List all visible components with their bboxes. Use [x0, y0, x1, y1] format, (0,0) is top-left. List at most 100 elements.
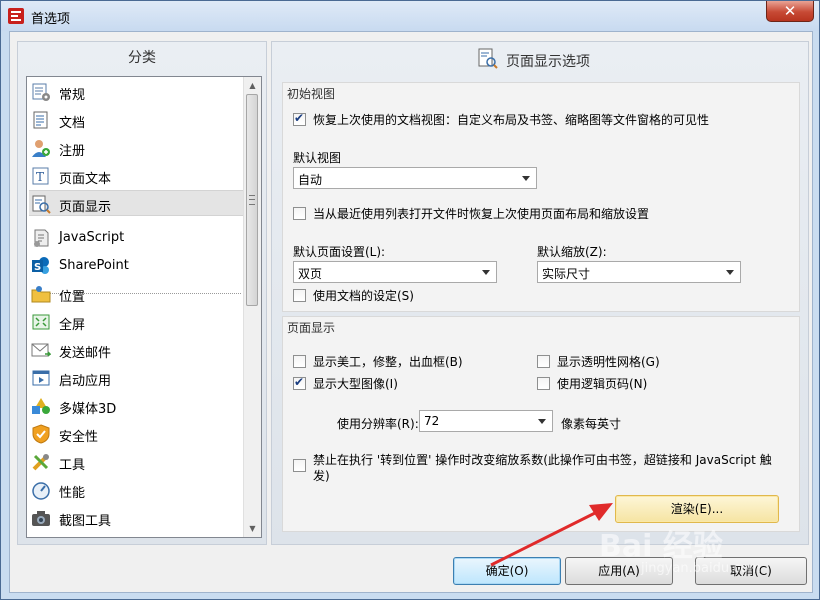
page-display-icon [478, 48, 498, 69]
select-value: 实际尺寸 [542, 267, 591, 281]
show-art-label: 显示美工，修整，出血框(B) [313, 355, 463, 369]
show-grid-label: 显示透明性网格(G) [557, 355, 660, 369]
default-view-label: 默认视图 [293, 151, 342, 165]
disable-zoom-label: 禁止在执行 '转到位置' 操作时改变缩放系数(此操作可由书签，超链接和 Java… [313, 453, 772, 467]
sidebar-item-document[interactable]: 文档 [29, 107, 245, 133]
resolution-unit: 像素每英寸 [561, 417, 622, 431]
general-settings-icon [32, 83, 50, 101]
default-view-select[interactable]: 自动 [293, 167, 537, 189]
sidebar-item-launch-app[interactable]: 启动应用 [29, 365, 245, 391]
sidebar-item-screenshot[interactable]: 截图工具 [29, 505, 245, 531]
select-value: 72 [424, 414, 440, 428]
camera-icon [32, 511, 50, 526]
sidebar-item-label: JavaScript [59, 230, 125, 245]
logical-page-label: 使用逻辑页码(N) [557, 377, 648, 391]
show-grid-checkbox[interactable] [537, 355, 550, 368]
document-icon [33, 111, 48, 129]
restore-view-label: 恢复上次使用的文档视图：自定义布局及书签、缩略图等文件窗格的可见性 [313, 113, 710, 127]
group-title: 页面显示 [287, 321, 336, 335]
page-display-icon [32, 195, 51, 214]
sidebar-item-multimedia-3d[interactable]: 多媒体3D [29, 393, 245, 419]
logical-page-checkbox[interactable] [537, 377, 550, 390]
category-scrollbar[interactable]: ▲ ▼ [243, 77, 261, 537]
sidebar-item-label: 全屏 [59, 318, 86, 333]
title-bar[interactable]: 首选项 ✕ [1, 1, 819, 31]
options-title: 页面显示选项 [506, 54, 590, 70]
group-title: 初始视图 [287, 87, 336, 101]
sidebar-item-label: 工具 [59, 458, 86, 473]
watermark-logo: Bai 经验 [599, 529, 723, 564]
chevron-down-icon [522, 176, 530, 181]
select-value: 双页 [298, 267, 323, 281]
resolution-select[interactable]: 72 [419, 410, 553, 432]
text-icon: T [32, 167, 49, 185]
sidebar-item-label: 常规 [59, 88, 86, 103]
sidebar-item-javascript[interactable]: JavaScript [29, 225, 245, 251]
category-header: 分类 [128, 50, 156, 66]
sidebar-item-label: 安全性 [59, 430, 99, 445]
multimedia-3d-icon [32, 398, 50, 414]
svg-text:T: T [36, 170, 44, 184]
sidebar-item-page-text[interactable]: T 页面文本 [29, 163, 245, 189]
sidebar-item-label: 性能 [59, 486, 86, 501]
window-title: 首选项 [31, 12, 71, 27]
sidebar-item-register[interactable]: 注册 [29, 135, 245, 161]
chevron-down-icon [538, 419, 546, 424]
sidebar-item-label: 发送邮件 [59, 346, 112, 361]
render-button[interactable]: 渲染(E)... [615, 495, 779, 523]
options-panel: 页面显示选项 初始视图 恢复上次使用的文档视图：自定义布局及书签、缩略图等文件窗… [271, 41, 809, 545]
chevron-down-icon [726, 270, 734, 275]
performance-gauge-icon [32, 482, 50, 500]
default-page-select[interactable]: 双页 [293, 261, 497, 283]
disable-zoom-label-continued: 发) [313, 469, 330, 483]
restore-recent-checkbox[interactable] [293, 207, 306, 220]
show-art-checkbox[interactable] [293, 355, 306, 368]
initial-view-group: 初始视图 恢复上次使用的文档视图：自定义布局及书签、缩略图等文件窗格的可见性 默… [282, 82, 800, 312]
launch-app-icon [32, 370, 50, 386]
preferences-window: 首选项 ✕ 分类 常规 文档 注册 T 页面文本 页面显示 JavaScript… [0, 0, 820, 600]
sharepoint-icon: S [32, 257, 49, 274]
sidebar-item-location[interactable]: 位置 [29, 281, 245, 307]
scroll-down-icon[interactable]: ▼ [244, 520, 261, 537]
sidebar-item-label: 多媒体3D [59, 402, 117, 417]
select-value: 自动 [298, 173, 323, 187]
sidebar-item-sharepoint[interactable]: S SharePoint [29, 253, 245, 279]
sidebar-item-label: SharePoint [59, 258, 129, 273]
sidebar-item-performance[interactable]: 性能 [29, 477, 245, 503]
default-zoom-label: 默认缩放(Z): [537, 245, 607, 259]
sidebar-item-fullscreen[interactable]: 全屏 [29, 309, 245, 335]
svg-text:S: S [34, 262, 41, 273]
sidebar-item-label: 位置 [59, 290, 86, 305]
grip-icon [249, 195, 255, 205]
sidebar-item-tools[interactable]: 工具 [29, 449, 245, 475]
scroll-up-icon[interactable]: ▲ [244, 77, 261, 94]
scrollbar-thumb[interactable] [246, 94, 258, 306]
register-user-icon [32, 140, 50, 157]
use-doc-settings-checkbox[interactable] [293, 289, 306, 302]
close-button[interactable]: ✕ [766, 1, 814, 22]
sidebar-item-security[interactable]: 安全性 [29, 421, 245, 447]
javascript-icon [34, 229, 49, 247]
sidebar-item-email[interactable]: 发送邮件 [29, 337, 245, 363]
sidebar-item-label: 启动应用 [59, 374, 112, 389]
restore-view-checkbox[interactable] [293, 111, 306, 126]
resolution-label: 使用分辨率(R): [337, 417, 419, 431]
use-doc-settings-label: 使用文档的设定(S) [313, 289, 414, 303]
watermark-url: jingyan.baidu.com [641, 561, 761, 576]
location-folder-icon [31, 286, 51, 303]
chevron-down-icon [482, 270, 490, 275]
sidebar-item-label: 截图工具 [59, 514, 112, 529]
app-logo-icon [8, 8, 24, 24]
sidebar-item-page-display[interactable]: 页面显示 [29, 190, 245, 216]
default-zoom-select[interactable]: 实际尺寸 [537, 261, 741, 283]
disable-zoom-checkbox[interactable] [293, 459, 306, 472]
restore-recent-label: 当从最近使用列表打开文件时恢复上次使用页面布局和缩放设置 [313, 207, 650, 221]
sidebar-item-general[interactable]: 常规 [29, 79, 245, 105]
category-list[interactable]: 常规 文档 注册 T 页面文本 页面显示 JavaScript S ShareP… [26, 76, 262, 538]
tools-icon [32, 454, 49, 471]
sidebar-item-label: 注册 [59, 144, 86, 159]
show-large-images-checkbox[interactable] [293, 375, 306, 390]
default-page-label: 默认页面设置(L): [293, 245, 386, 259]
fullscreen-icon [32, 314, 50, 330]
security-shield-icon [32, 424, 50, 444]
